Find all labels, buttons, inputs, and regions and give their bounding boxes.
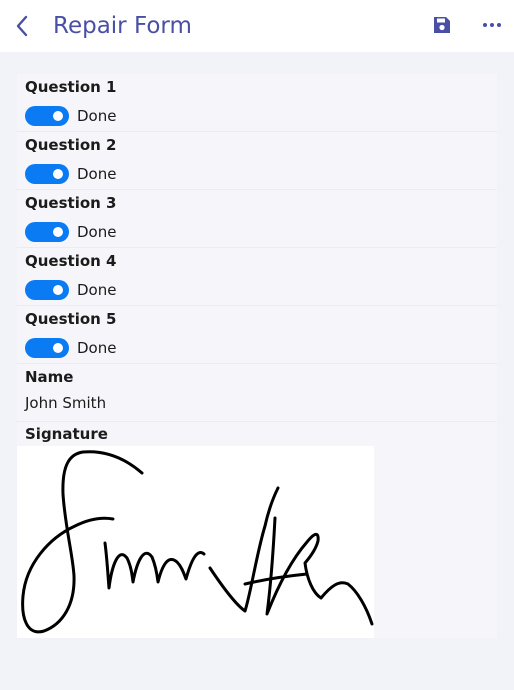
- question-2-toggle-text: Done: [77, 165, 117, 183]
- name-label: Name: [25, 368, 74, 386]
- question-row-4: Question 4 Done: [17, 248, 497, 306]
- toggle-knob: [53, 343, 63, 353]
- name-value: John Smith: [25, 394, 107, 412]
- toggle-knob: [53, 111, 63, 121]
- question-4-toggle-text: Done: [77, 281, 117, 299]
- save-icon: [434, 17, 450, 33]
- page-title: Repair Form: [53, 13, 192, 39]
- question-2-label: Question 2: [25, 136, 117, 154]
- form-card: Question 1 Done Question 2 Done Question…: [17, 74, 497, 638]
- signature-drawing: [21, 450, 374, 634]
- question-3-label: Question 3: [25, 194, 117, 212]
- toggle-knob: [53, 285, 63, 295]
- save-button[interactable]: [430, 13, 454, 37]
- signature-label: Signature: [25, 425, 108, 443]
- more-options-button[interactable]: [478, 13, 506, 37]
- question-1-toggle[interactable]: [25, 106, 69, 126]
- question-2-toggle[interactable]: [25, 164, 69, 184]
- name-row: Name John Smith: [17, 364, 497, 422]
- chevron-left-icon: [16, 15, 28, 37]
- header-bar: Repair Form: [0, 0, 514, 52]
- more-horizontal-icon: [483, 23, 501, 27]
- question-row-2: Question 2 Done: [17, 132, 497, 190]
- back-button[interactable]: [8, 12, 36, 40]
- signature-pad[interactable]: [17, 446, 374, 638]
- question-row-3: Question 3 Done: [17, 190, 497, 248]
- question-5-toggle[interactable]: [25, 338, 69, 358]
- question-1-label: Question 1: [25, 78, 117, 96]
- question-5-label: Question 5: [25, 310, 117, 328]
- question-3-toggle[interactable]: [25, 222, 69, 242]
- question-1-toggle-text: Done: [77, 107, 117, 125]
- question-3-toggle-text: Done: [77, 223, 117, 241]
- question-4-label: Question 4: [25, 252, 117, 270]
- toggle-knob: [53, 169, 63, 179]
- question-4-toggle[interactable]: [25, 280, 69, 300]
- question-row-1: Question 1 Done: [17, 74, 497, 132]
- toggle-knob: [53, 227, 63, 237]
- question-row-5: Question 5 Done: [17, 306, 497, 364]
- question-5-toggle-text: Done: [77, 339, 117, 357]
